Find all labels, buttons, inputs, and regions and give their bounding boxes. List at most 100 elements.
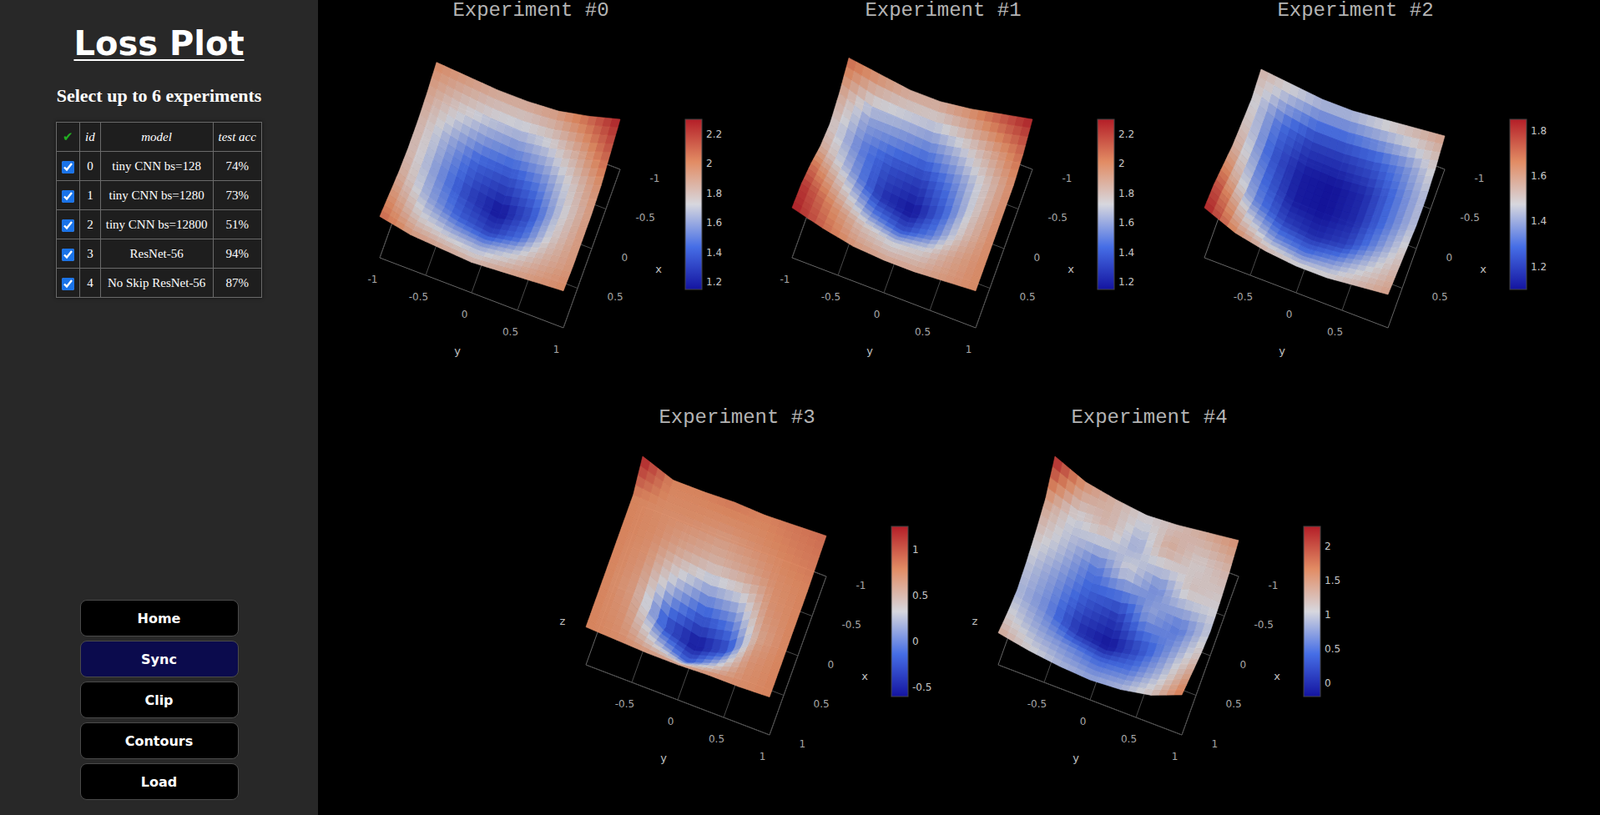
table-row[interactable]: 0tiny CNN bs=12874% — [56, 151, 263, 182]
grid-line — [834, 139, 1019, 210]
surface-patch — [610, 118, 621, 128]
grid-line — [723, 559, 781, 718]
grid-line — [677, 541, 735, 701]
x-tick: -0.5 — [1048, 211, 1068, 224]
surface-patch — [1429, 151, 1440, 162]
grid-line — [393, 218, 578, 289]
grid-line — [422, 139, 606, 210]
checkbox-cell — [56, 181, 81, 211]
model-cell: No Skip ResNet-56 — [100, 268, 213, 298]
surface-patch — [994, 211, 1005, 218]
colorbar-tick: 1.4 — [1118, 247, 1135, 259]
y-tick: -0.5 — [821, 291, 841, 303]
surface-patch — [1411, 211, 1422, 219]
grid-line — [883, 134, 941, 293]
colorbar — [685, 119, 702, 290]
nav-button[interactable]: Home — [80, 600, 239, 637]
grid-line — [631, 524, 689, 683]
surface-patch — [1022, 118, 1033, 129]
experiment-checkbox[interactable] — [61, 161, 75, 174]
nav-button[interactable]: Clip — [80, 681, 239, 719]
nav-button[interactable]: Sync — [80, 641, 239, 678]
column-header: id — [80, 122, 101, 152]
y-tick: 0 — [873, 308, 881, 321]
grid-line — [379, 99, 437, 258]
nav-button[interactable]: Load — [80, 763, 239, 801]
surface-plot[interactable]: -1-0.500.51-0.500.51xyz10.50-0.5 — [530, 429, 944, 797]
axis-title: y — [1278, 344, 1286, 358]
surface-patch — [605, 135, 616, 144]
colorbar-tick: 2 — [1118, 157, 1126, 170]
surface-patch — [987, 231, 998, 239]
plot-area: Experiment #0-1-0.500.5-1-0.500.51xy2.22… — [317, 0, 1600, 815]
x-tick: 0 — [621, 252, 629, 264]
surface-patch — [1425, 168, 1436, 177]
colorbar — [1097, 119, 1115, 290]
y-tick: -1 — [780, 273, 791, 286]
axis-box — [379, 99, 621, 329]
surface-patch — [1005, 176, 1016, 186]
experiment-checkbox[interactable] — [61, 190, 75, 203]
axis-title: x — [1479, 262, 1487, 276]
surface-patch — [989, 224, 1000, 233]
surface-patch — [1399, 242, 1410, 248]
x-tick: 0.5 — [1019, 291, 1036, 303]
grid-line — [1232, 178, 1417, 249]
colorbar-tick: 1.8 — [706, 187, 722, 200]
grid-line — [600, 625, 784, 697]
x-tick: -0.5 — [1460, 211, 1480, 224]
table-row[interactable]: 2tiny CNN bs=1280051% — [56, 210, 263, 240]
surface-patch — [575, 232, 586, 241]
y-tick: -1 — [368, 273, 379, 286]
grid-line — [975, 169, 1033, 329]
x-tick: -1 — [650, 172, 661, 185]
experiment-checkbox[interactable] — [61, 248, 75, 262]
x-tick: 0.5 — [1432, 291, 1449, 303]
grid-line — [1250, 116, 1308, 276]
experiment-table: ✔idmodeltest acc0tiny CNN bs=12874%1tiny… — [55, 121, 263, 298]
grid-line — [425, 116, 483, 276]
subtitle: Select up to 6 experiments — [56, 85, 263, 107]
app-title[interactable]: Loss Plot — [73, 23, 244, 64]
nav-button[interactable]: Contours — [80, 722, 239, 760]
surface-patch — [584, 206, 595, 215]
experiment-checkbox[interactable] — [61, 219, 75, 233]
id-cell: 0 — [80, 151, 101, 182]
surface-patch — [579, 220, 590, 228]
acc-cell: 94% — [212, 239, 262, 269]
grid-line — [848, 99, 1033, 170]
table-row[interactable]: 1tiny CNN bs=128073% — [56, 181, 263, 211]
surface-patch — [1394, 253, 1405, 261]
colorbar-tick: 2 — [706, 157, 713, 170]
grid-line — [1342, 151, 1399, 311]
axis-title: y — [454, 344, 461, 358]
y-tick: -0.5 — [1233, 291, 1253, 303]
id-cell: 1 — [80, 181, 101, 211]
y-tick: 1 — [553, 343, 561, 356]
id-cell: 2 — [80, 210, 101, 240]
surface-patch — [1017, 136, 1028, 147]
experiment-checkbox[interactable] — [61, 277, 75, 291]
colorbar-tick: 1.6 — [706, 217, 722, 229]
surface-patch — [1420, 183, 1431, 192]
surface-patch — [590, 185, 601, 193]
colorbar-tick: 1.8 — [1530, 125, 1547, 137]
y-tick: -0.5 — [408, 291, 429, 303]
surface-plot[interactable]: -1-0.500.5-1-0.500.51xy2.221.81.61.41.2 — [736, 21, 1150, 389]
colorbar-tick: 1.8 — [1118, 187, 1135, 200]
surface-patch — [1428, 160, 1439, 170]
surface-plot[interactable]: -1-0.500.5-0.500.5xy1.81.61.41.2 — [1149, 21, 1562, 389]
table-row[interactable]: 3ResNet-5694% — [56, 239, 263, 269]
surface-patch — [1415, 198, 1426, 207]
checkbox-cell — [56, 210, 81, 240]
surface-plot[interactable]: -1-0.500.5-1-0.500.51xy2.221.81.61.41.2 — [324, 21, 737, 389]
surface-patch — [595, 168, 606, 177]
y-tick: 0 — [461, 308, 469, 321]
surface-patch — [1015, 145, 1026, 156]
colorbar-tick: 1.4 — [706, 247, 722, 259]
column-header: test acc — [212, 122, 262, 152]
x-tick: -1 — [1062, 172, 1073, 185]
surface-patch — [1432, 142, 1443, 153]
plot-cell: Experiment #2-1-0.500.5-0.500.5xy1.81.61… — [1149, 0, 1562, 408]
table-row[interactable]: 4No Skip ResNet-5687% — [56, 268, 263, 298]
